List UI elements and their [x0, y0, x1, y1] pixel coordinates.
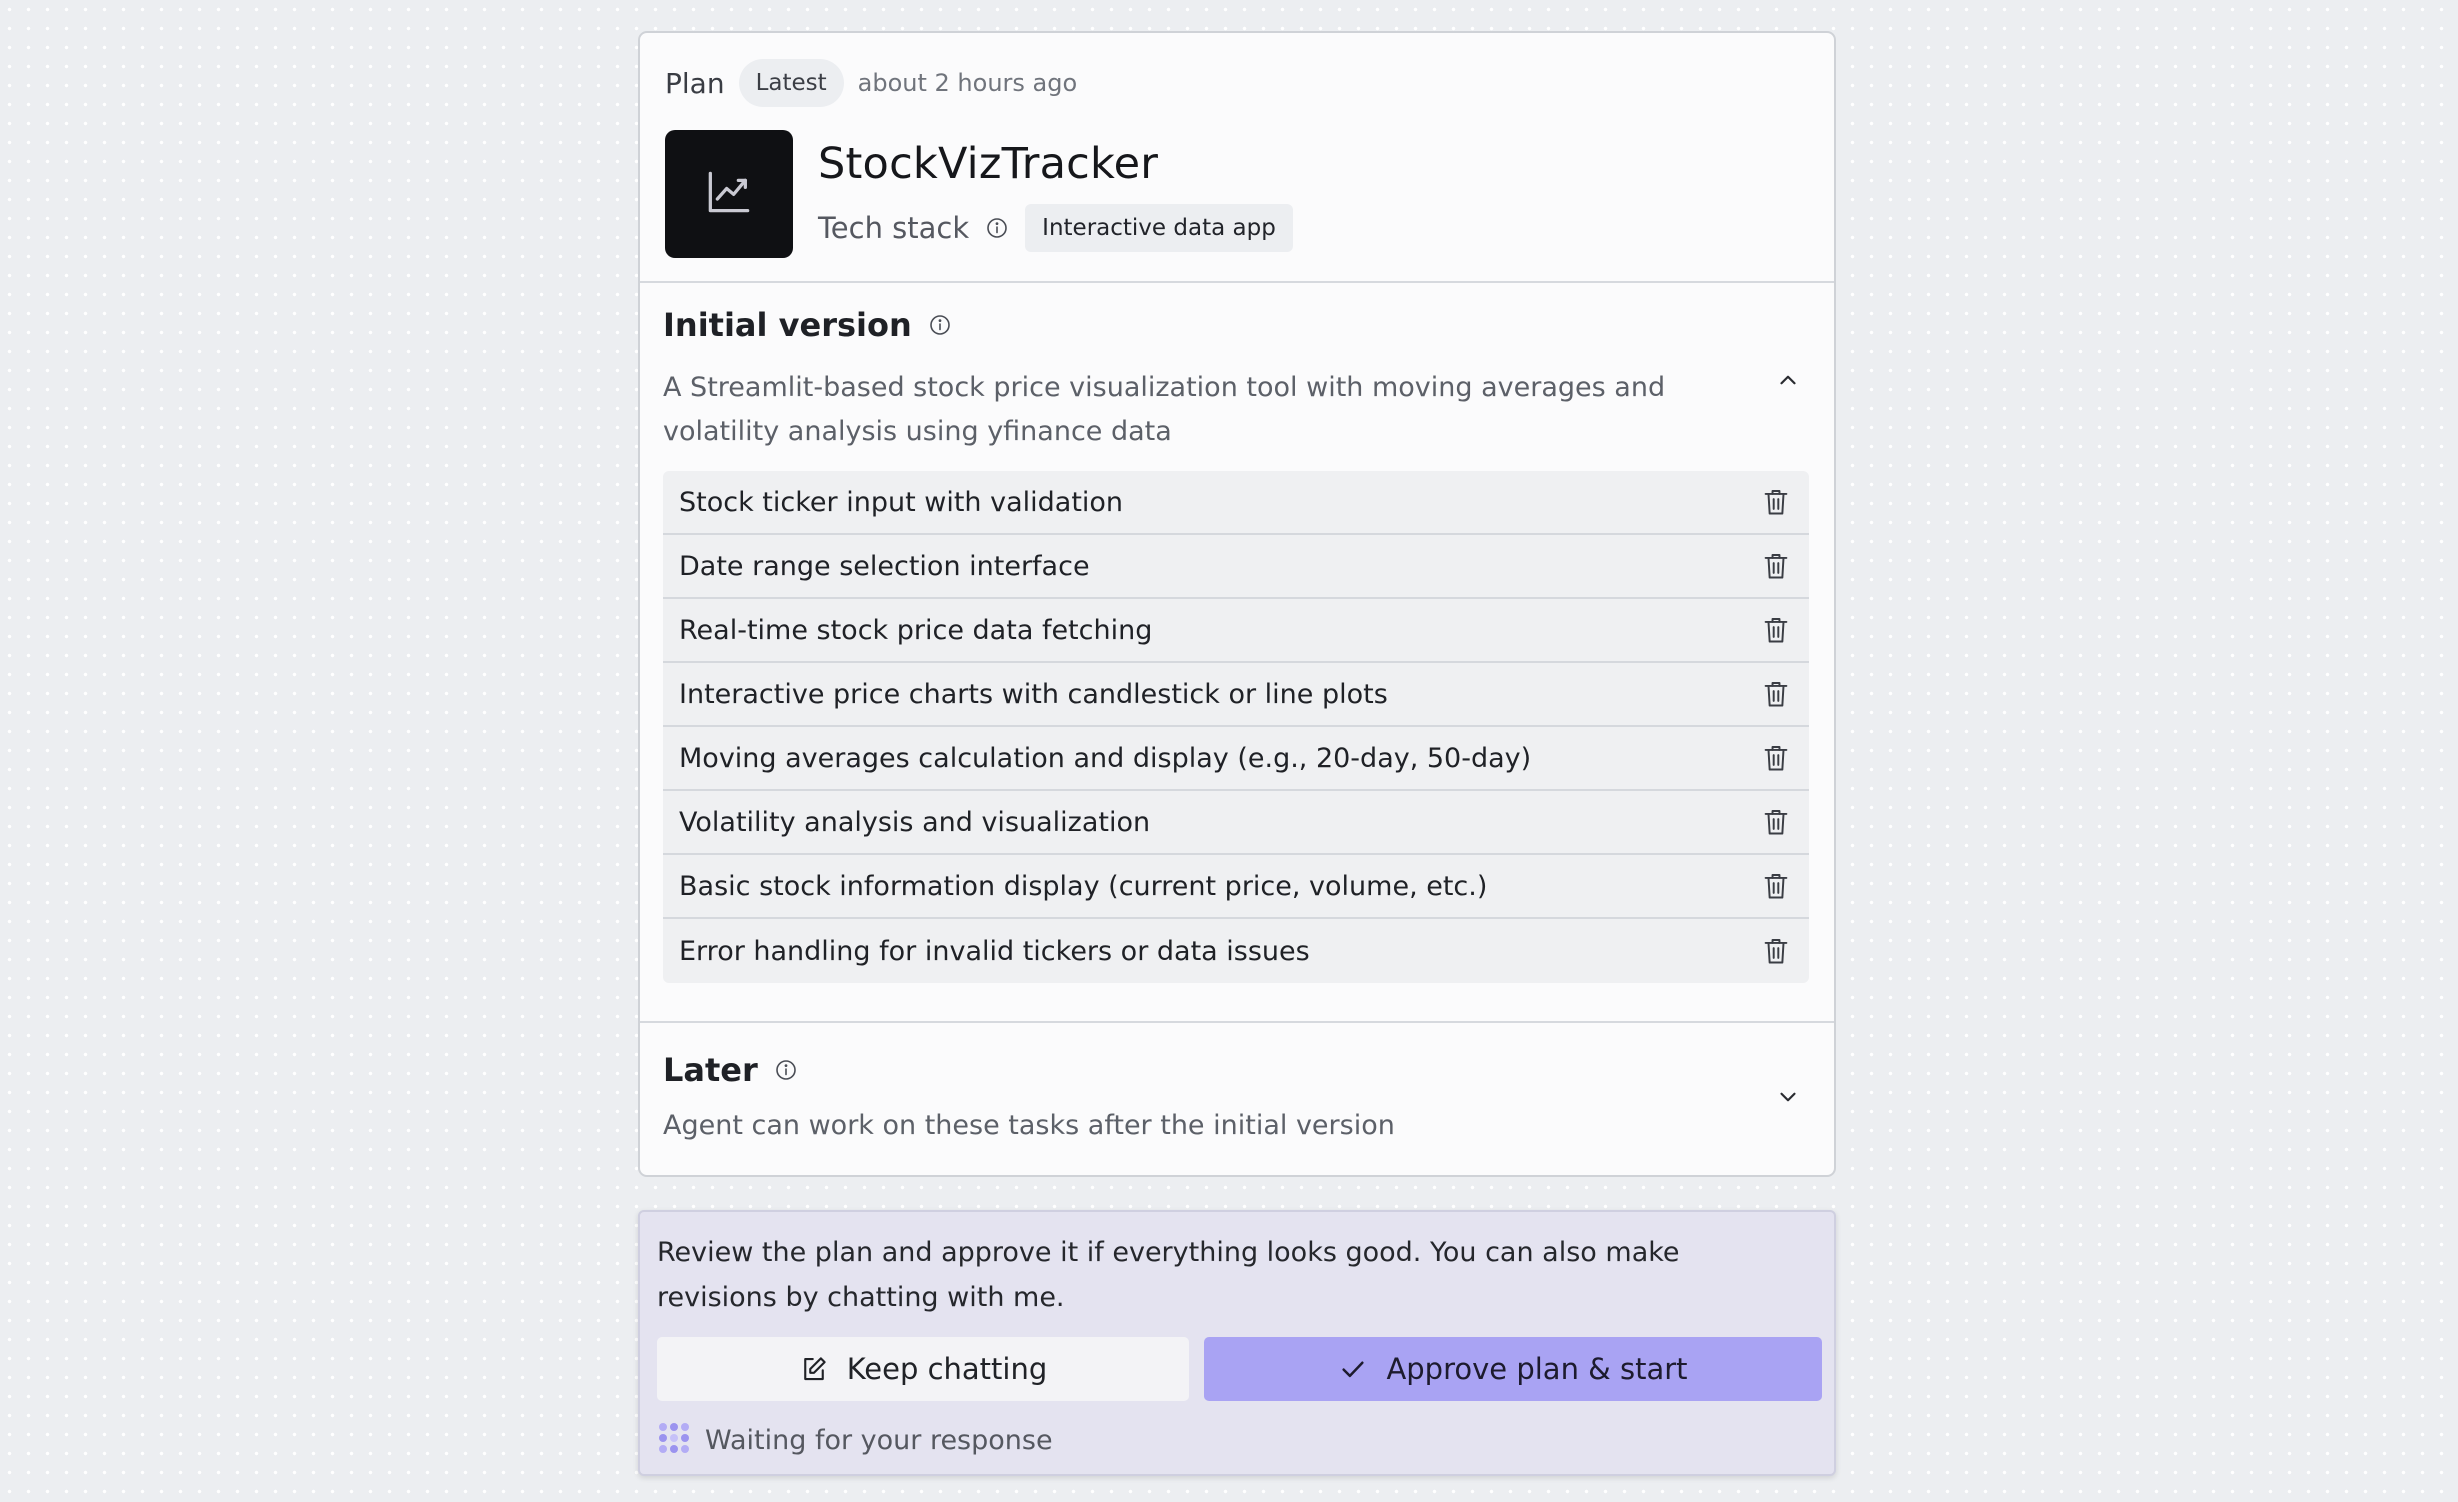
initial-version-header: Initial version [663, 306, 952, 344]
trash-icon[interactable] [1759, 741, 1793, 775]
trash-icon[interactable] [1759, 485, 1793, 519]
chevron-down-icon [1775, 1084, 1801, 1114]
feature-item: Volatility analysis and visualization [663, 791, 1809, 855]
plan-header: Plan Latest about 2 hours ago StockVizTr… [640, 33, 1834, 283]
section-title: Initial version [663, 306, 912, 344]
approve-plan-label: Approve plan & start [1386, 1352, 1688, 1386]
trash-icon[interactable] [1759, 805, 1793, 839]
feature-label: Moving averages calculation and display … [679, 742, 1532, 774]
feature-list: Stock ticker input with validation Date … [663, 471, 1809, 983]
info-icon[interactable] [985, 216, 1009, 240]
plan-timestamp: about 2 hours ago [857, 69, 1078, 97]
spinner-icon [657, 1421, 691, 1459]
feature-item: Stock ticker input with validation [663, 471, 1809, 535]
feature-item: Date range selection interface [663, 535, 1809, 599]
feature-item: Moving averages calculation and display … [663, 727, 1809, 791]
review-panel: Review the plan and approve it if everyt… [638, 1210, 1836, 1476]
trash-icon[interactable] [1759, 549, 1793, 583]
keep-chatting-label: Keep chatting [846, 1352, 1048, 1386]
feature-label: Volatility analysis and visualization [679, 806, 1151, 838]
tech-stack-row: Tech stack Interactive data app [818, 203, 1293, 253]
feature-label: Real-time stock price data fetching [679, 614, 1153, 646]
status-row: Waiting for your response [657, 1420, 1053, 1460]
plan-label: Plan [665, 66, 725, 100]
later-description: Agent can work on these tasks after the … [663, 1110, 1395, 1141]
later-header: Later [663, 1051, 798, 1089]
expand-toggle[interactable] [1770, 1081, 1806, 1117]
feature-label: Stock ticker input with validation [679, 486, 1124, 518]
section-title: Later [663, 1051, 758, 1089]
feature-item: Basic stock information display (current… [663, 855, 1809, 919]
review-message: Review the plan and approve it if everyt… [657, 1237, 1680, 1313]
feature-label: Interactive price charts with candlestic… [679, 678, 1388, 710]
app-title: StockVizTracker [818, 139, 1159, 189]
chevron-up-icon [1775, 367, 1801, 397]
chart-line-icon [701, 164, 757, 224]
collapse-toggle[interactable] [1770, 364, 1806, 400]
feature-item: Error handling for invalid tickers or da… [663, 919, 1809, 983]
feature-item: Interactive price charts with candlestic… [663, 663, 1809, 727]
feature-label: Error handling for invalid tickers or da… [679, 935, 1310, 967]
initial-version-description: A Streamlit-based stock price visualizat… [663, 372, 1666, 447]
check-icon [1338, 1354, 1368, 1384]
trash-icon[interactable] [1759, 613, 1793, 647]
tech-stack-label: Tech stack [818, 211, 970, 245]
info-icon[interactable] [928, 313, 952, 337]
tech-stack-badge: Interactive data app [1025, 204, 1293, 252]
feature-label: Basic stock information display (current… [679, 870, 1488, 902]
trash-icon[interactable] [1759, 869, 1793, 903]
status-text: Waiting for your response [705, 1424, 1053, 1456]
approve-plan-button[interactable]: Approve plan & start [1204, 1337, 1822, 1401]
keep-chatting-button[interactable]: Keep chatting [657, 1337, 1189, 1401]
info-icon[interactable] [774, 1058, 798, 1082]
trash-icon[interactable] [1759, 934, 1793, 968]
trash-icon[interactable] [1759, 677, 1793, 711]
app-icon-tile [665, 130, 793, 258]
feature-item: Real-time stock price data fetching [663, 599, 1809, 663]
plan-meta-row: Plan Latest about 2 hours ago [665, 57, 1077, 109]
section-divider [640, 1021, 1834, 1023]
latest-badge: Latest [738, 59, 844, 107]
edit-icon [799, 1354, 829, 1384]
feature-label: Date range selection interface [679, 550, 1090, 582]
